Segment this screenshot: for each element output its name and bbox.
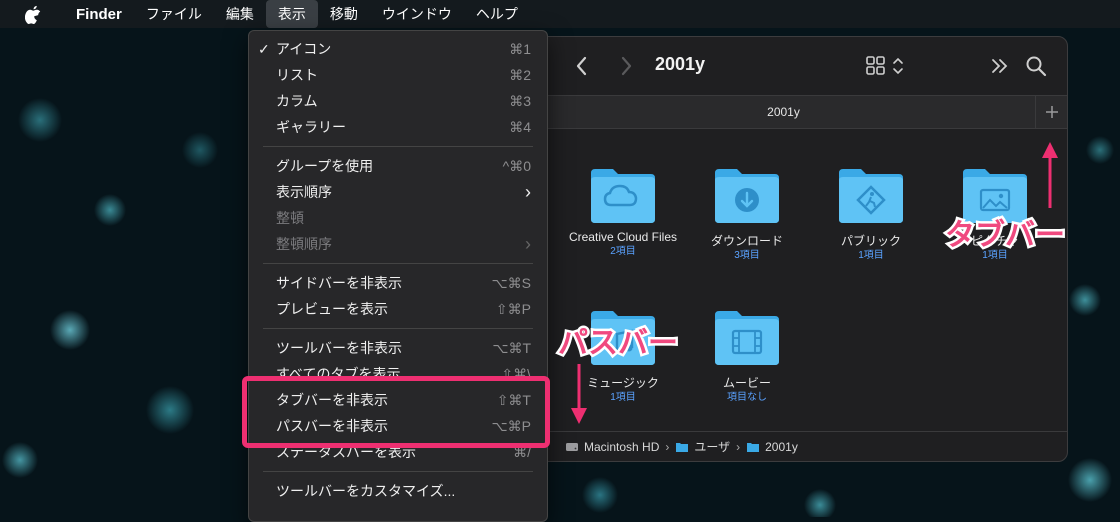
- menu-view[interactable]: 表示: [265, 0, 318, 28]
- menu-item-column-view[interactable]: カラム ⌘3: [249, 88, 547, 114]
- path-bar: Macintosh HD › ユーザ › 2001y: [531, 431, 1067, 461]
- menu-item-shortcut: ⇧⌘P: [495, 301, 531, 317]
- menu-help[interactable]: ヘルプ: [464, 0, 530, 28]
- menu-item-show-preview[interactable]: プレビューを表示 ⇧⌘P: [249, 296, 547, 322]
- menu-item-label: ツールバーをカスタマイズ...: [276, 483, 456, 499]
- folder-item[interactable]: パブリック 1項目: [816, 165, 926, 263]
- path-crumb-users[interactable]: ユーザ: [675, 438, 730, 455]
- apple-menu-icon[interactable]: [22, 3, 44, 25]
- item-name: ムービー: [722, 376, 771, 390]
- menu-item-clean-up-by: 整頓順序 ›: [249, 231, 547, 257]
- menu-file[interactable]: ファイル: [134, 0, 214, 28]
- menu-item-shortcut: ⌘2: [509, 67, 531, 83]
- path-separator-icon: ›: [736, 439, 741, 454]
- window-title: 2001y: [655, 54, 706, 74]
- back-icon[interactable]: [575, 55, 589, 77]
- highlight-box: [242, 376, 550, 448]
- menu-item-label: ギャラリー: [276, 119, 346, 135]
- menu-separator: [263, 146, 533, 147]
- menu-item-shortcut: ⌥⌘T: [492, 340, 531, 356]
- menu-separator: [263, 263, 533, 264]
- path-crumb-label: 2001y: [765, 439, 798, 454]
- menu-item-label: 表示順序: [276, 184, 332, 200]
- tab-2001y[interactable]: 2001y: [531, 96, 1036, 128]
- home-folder-icon: [747, 442, 760, 452]
- item-name: パブリック: [840, 234, 901, 248]
- menu-item-shortcut: ⌘1: [509, 41, 531, 57]
- path-crumb-label: Macintosh HD: [584, 439, 660, 454]
- menu-finder[interactable]: Finder: [64, 2, 134, 27]
- folder-item[interactable]: Creative Cloud Files 2項目: [568, 165, 678, 259]
- menu-item-label: プレビューを表示: [276, 301, 388, 317]
- item-count: 2項目: [610, 246, 636, 257]
- item-count: 項目なし: [727, 392, 767, 403]
- checkmark-icon: ✓: [258, 41, 270, 57]
- menu-item-icon-view[interactable]: ✓ アイコン ⌘1: [249, 36, 547, 62]
- new-tab-button[interactable]: [1035, 96, 1067, 128]
- folder-item[interactable]: ダウンロード 3項目: [692, 165, 802, 263]
- tab-bar: 2001y: [531, 95, 1067, 129]
- menu-item-shortcut: ⌘3: [509, 93, 531, 109]
- item-name: ダウンロード: [710, 234, 783, 248]
- menu-item-shortcut: ⌥⌘S: [491, 275, 531, 291]
- public-folder-icon: [839, 169, 903, 223]
- folder-item[interactable]: ムービー 項目なし: [692, 307, 802, 405]
- menu-item-label: 整頓: [276, 210, 304, 226]
- more-chevrons-icon[interactable]: [991, 58, 1009, 74]
- pathbar-arrow-icon: [571, 364, 587, 424]
- search-icon[interactable]: [1025, 55, 1047, 77]
- menu-bar: Finder ファイル 編集 表示 移動 ウインドウ ヘルプ: [0, 0, 1120, 28]
- menu-item-shortcut: ^⌘0: [502, 158, 531, 174]
- annotation-pathbar-label: パスバー: [556, 324, 681, 364]
- view-menu-dropdown: ✓ アイコン ⌘1 リスト ⌘2 カラム ⌘3 ギャラリー ⌘4 グループを使用…: [248, 30, 548, 522]
- annotation-tabbar-label: タブバー: [943, 216, 1068, 256]
- path-crumb-disk[interactable]: Macintosh HD: [565, 440, 659, 454]
- menu-item-label: ツールバーを非表示: [276, 340, 402, 356]
- menu-item-label: リスト: [276, 67, 318, 83]
- item-name: Creative Cloud Files: [568, 230, 678, 244]
- menu-item-label: アイコン: [276, 41, 332, 57]
- toolbar: 2001y: [531, 37, 1067, 95]
- tabbar-arrow-icon: [1042, 142, 1058, 208]
- menu-item-label: 整頓順序: [276, 236, 332, 252]
- downloads-folder-icon: [715, 169, 779, 223]
- menu-item-sort-by[interactable]: 表示順序 ›: [249, 179, 547, 205]
- menu-window[interactable]: ウインドウ: [370, 0, 464, 28]
- menu-edit[interactable]: 編集: [214, 0, 266, 28]
- menu-separator: [263, 328, 533, 329]
- hard-disk-icon: [566, 442, 578, 451]
- item-count: 1項目: [858, 250, 884, 261]
- menu-item-customize-toolbar[interactable]: ツールバーをカスタマイズ...: [249, 478, 547, 504]
- users-folder-icon: [676, 442, 689, 452]
- menu-item-label: カラム: [276, 93, 318, 109]
- forward-icon[interactable]: [619, 55, 633, 77]
- item-count: 3項目: [734, 250, 760, 261]
- menu-go[interactable]: 移動: [318, 0, 370, 28]
- creative-cloud-folder-icon: [591, 169, 655, 223]
- movies-folder-icon: [715, 311, 779, 365]
- plus-icon: [1045, 106, 1058, 118]
- menu-item-use-groups[interactable]: グループを使用 ^⌘0: [249, 153, 547, 179]
- menu-item-hide-sidebar[interactable]: サイドバーを非表示 ⌥⌘S: [249, 270, 547, 296]
- submenu-chevron-icon: ›: [525, 182, 531, 202]
- view-options-icon[interactable]: [865, 55, 907, 77]
- menu-item-clean-up: 整頓: [249, 205, 547, 231]
- menu-item-shortcut: ⌘4: [509, 119, 531, 135]
- path-crumb-label: ユーザ: [694, 440, 731, 454]
- path-crumb-home[interactable]: 2001y: [746, 440, 798, 454]
- menu-item-label: グループを使用: [276, 158, 374, 174]
- menu-item-hide-toolbar[interactable]: ツールバーを非表示 ⌥⌘T: [249, 335, 547, 361]
- menu-item-gallery-view[interactable]: ギャラリー ⌘4: [249, 114, 547, 140]
- submenu-chevron-icon: ›: [525, 234, 531, 254]
- menu-separator: [263, 471, 533, 472]
- menu-item-label: サイドバーを非表示: [276, 275, 402, 291]
- menu-item-list-view[interactable]: リスト ⌘2: [249, 62, 547, 88]
- path-separator-icon: ›: [665, 439, 670, 454]
